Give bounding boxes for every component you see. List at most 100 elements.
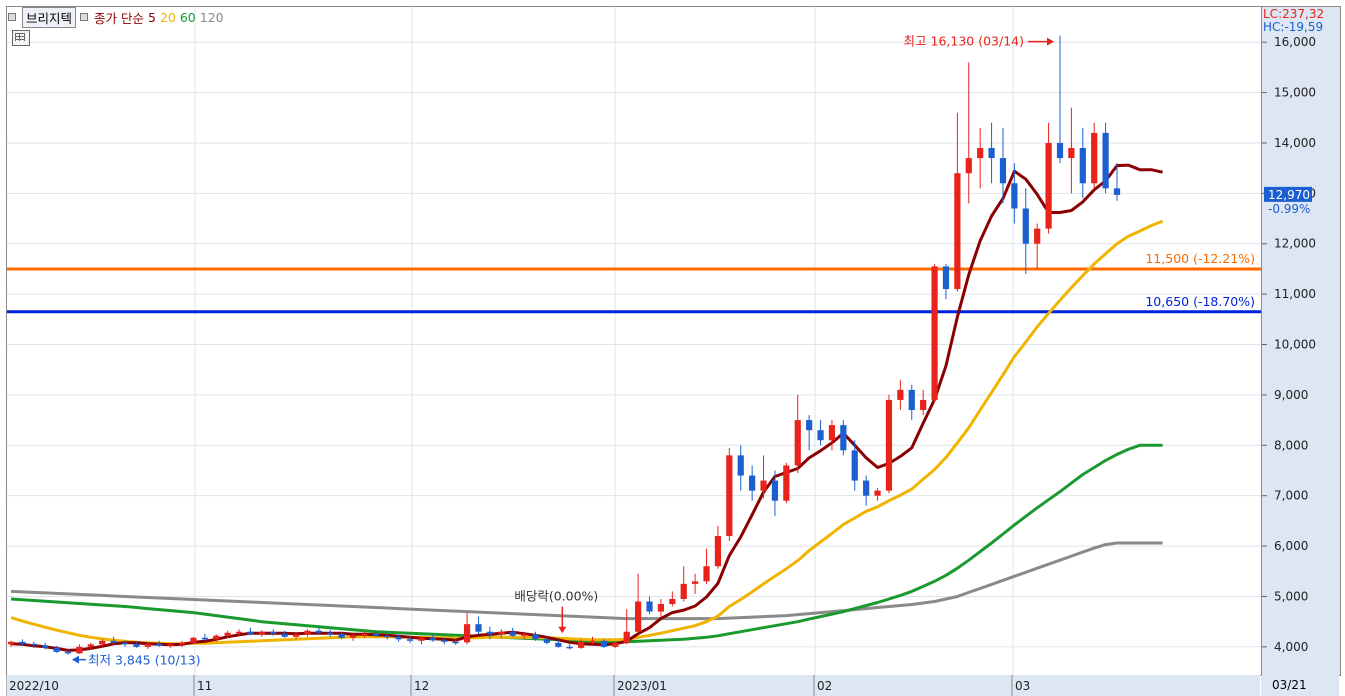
candle	[897, 379, 904, 411]
candle-body	[349, 635, 357, 638]
candle-body	[942, 266, 950, 290]
candle-body	[612, 642, 619, 647]
candle	[1079, 127, 1086, 199]
candle-body	[178, 642, 186, 645]
price-axis[interactable]: 16,00015,00014,00013,00012,00011,00010,0…	[1261, 6, 1341, 676]
candle	[1022, 188, 1029, 274]
candle	[1045, 122, 1052, 234]
candle	[783, 462, 790, 504]
price-level-label: 11,500 (-12.21%)	[1145, 251, 1255, 266]
candle-body	[190, 637, 197, 643]
candle-body	[292, 634, 300, 637]
candle	[1056, 35, 1064, 164]
candle-body	[247, 631, 254, 635]
candle-body	[156, 643, 163, 646]
candle-body	[657, 604, 665, 612]
candle-body	[463, 624, 471, 643]
ma-prefix: 종가 단순	[94, 10, 144, 26]
candle-body	[1091, 132, 1098, 184]
ma-20-label[interactable]: 20	[160, 10, 176, 25]
candle-body	[1011, 183, 1018, 209]
candle	[931, 263, 938, 403]
candle-body	[133, 644, 140, 647]
candle	[726, 447, 733, 542]
candle-body	[885, 399, 893, 491]
ma-5-label[interactable]: 5	[148, 10, 156, 25]
candle-body	[384, 635, 391, 638]
candle-body	[771, 480, 779, 501]
min-price-annotation: 최저 3,845 (10/13)	[88, 653, 201, 668]
candle	[623, 609, 630, 645]
candle-body	[395, 636, 402, 640]
candle-body	[726, 455, 733, 536]
candle	[646, 596, 653, 615]
candle	[418, 636, 425, 645]
x-tick-label: 12	[414, 679, 429, 693]
y-tick-label: 11,000	[1274, 287, 1316, 301]
ma-5-line	[10, 163, 1163, 652]
candle-body	[874, 490, 881, 496]
candle	[965, 62, 972, 204]
candle-body	[1068, 148, 1075, 159]
candle-body	[361, 633, 368, 636]
candle	[988, 122, 995, 184]
ma-120-label[interactable]: 120	[200, 10, 224, 25]
candle-body	[840, 425, 847, 451]
candle-body	[281, 633, 288, 637]
ma-60-label[interactable]: 60	[180, 10, 196, 25]
table-grid-icon[interactable]	[12, 30, 30, 46]
candle-body	[99, 640, 106, 645]
candlestick-chart[interactable]: 11,500 (-12.21%) 10,650 (-18.70%) 최고 16,13…	[7, 7, 1261, 675]
candle-body	[965, 158, 972, 174]
candle-body	[327, 632, 334, 635]
candle	[509, 627, 516, 637]
price-level-label: 10,650 (-18.70%)	[1145, 294, 1255, 309]
candle-body	[213, 635, 220, 640]
candle-body	[760, 480, 767, 491]
candle-body	[372, 633, 379, 636]
y-tick-label: 8,000	[1274, 438, 1308, 452]
candle-body	[53, 647, 60, 652]
candle-body	[258, 631, 265, 635]
candle	[657, 598, 665, 617]
min-arrow-head-icon	[72, 655, 80, 664]
date-axis[interactable]: 2022/10 11 12 2023/01 02 03	[6, 675, 1260, 696]
candle-body	[635, 601, 642, 632]
last-date-box: 03/21	[1261, 675, 1339, 696]
candle	[703, 548, 710, 584]
stock-name[interactable]: 브리지텍	[22, 6, 77, 28]
candle-body	[30, 643, 37, 646]
candle-body	[1056, 142, 1064, 159]
y-tick-label: 5,000	[1274, 589, 1308, 603]
candle	[270, 629, 277, 636]
candle	[463, 612, 471, 645]
candle-body	[669, 598, 676, 605]
candle	[178, 640, 186, 647]
x-tick-label: 2023/01	[617, 679, 667, 693]
candle-body	[783, 465, 790, 501]
candle-body	[235, 631, 243, 634]
candle-body	[121, 642, 129, 645]
candle-body	[566, 646, 573, 649]
candle-body	[418, 637, 425, 641]
candle-body	[589, 640, 596, 643]
candle-body	[577, 641, 585, 648]
candle-body	[806, 420, 813, 431]
ma-120-line	[10, 541, 1163, 621]
plot-area[interactable]: 11,500 (-12.21%) 10,650 (-18.70%) 최고 16,13…	[6, 6, 1262, 676]
x-tick-label: 11	[197, 679, 212, 693]
candle-body	[600, 640, 608, 647]
ma-60-line	[10, 443, 1163, 644]
candle	[1068, 107, 1075, 194]
candle-body	[680, 583, 687, 599]
candle-body	[737, 455, 744, 476]
candle-body	[76, 646, 83, 654]
candle	[1091, 122, 1098, 189]
y-tick-label: 4,000	[1274, 640, 1308, 654]
candle	[669, 591, 676, 607]
candle	[1102, 122, 1109, 194]
candle-body	[920, 399, 927, 411]
candle-body	[623, 631, 630, 643]
candle	[885, 394, 893, 494]
candle-body	[954, 173, 961, 290]
